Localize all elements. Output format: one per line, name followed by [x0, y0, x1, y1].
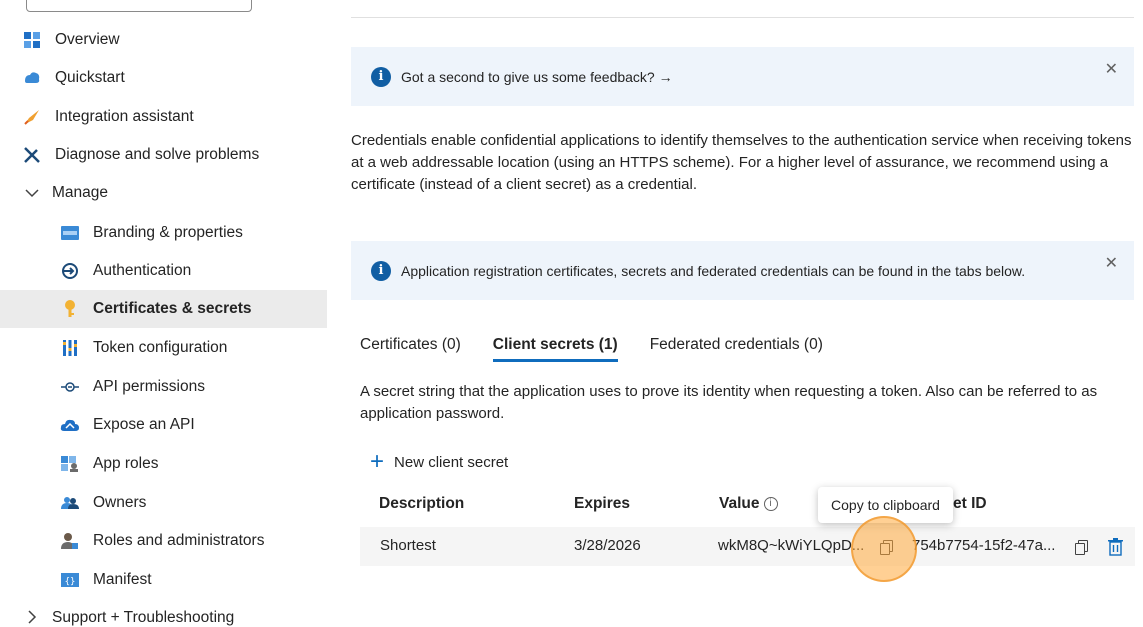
roles-icon — [60, 531, 80, 551]
sidebar-item-authentication[interactable]: Authentication — [0, 252, 327, 290]
sidebar-item-label: Authentication — [93, 262, 192, 279]
cloud-icon — [60, 415, 80, 435]
branding-icon — [60, 223, 80, 243]
sidebar-item-label: Roles and administrators — [93, 532, 265, 549]
sidebar-item-label: API permissions — [93, 378, 205, 395]
sidebar: Overview Quickstart Integration assistan… — [0, 0, 327, 627]
delete-icon[interactable] — [1108, 538, 1123, 556]
overview-icon — [22, 30, 42, 50]
chevron-right-icon — [22, 609, 42, 627]
sidebar-item-label: Certificates & secrets — [93, 300, 252, 317]
secret-id: 754b7754-15f2-47a... — [912, 537, 1056, 554]
quickstart-icon — [22, 68, 42, 88]
info-icon: i — [371, 260, 391, 281]
sidebar-item-label: Support + Troubleshooting — [52, 609, 235, 626]
sidebar-item-api-permissions[interactable]: API permissions — [0, 368, 327, 406]
sidebar-item-app-roles[interactable]: App roles — [0, 445, 327, 483]
feedback-text[interactable]: Got a second to give us some feedback? → — [401, 69, 673, 85]
new-client-secret-label: New client secret — [394, 453, 509, 471]
info-banner: i Application registration certificates,… — [351, 241, 1134, 300]
feedback-banner[interactable]: i Got a second to give us some feedback?… — [351, 47, 1134, 106]
search-input[interactable] — [26, 0, 252, 12]
sidebar-item-overview[interactable]: Overview — [0, 21, 327, 59]
sidebar-item-label: Integration assistant — [55, 108, 194, 125]
sidebar-item-label: App roles — [93, 455, 159, 472]
wrench-icon — [22, 145, 42, 165]
tab-client-secrets[interactable]: Client secrets (1) — [492, 336, 618, 362]
secret-value: wkM8Q~kWiYLQpD... — [718, 537, 865, 554]
secret-description: Shortest — [380, 537, 436, 554]
sidebar-item-label: Overview — [55, 31, 120, 48]
sidebar-item-diagnose[interactable]: Diagnose and solve problems — [0, 136, 327, 174]
sidebar-item-label: Expose an API — [93, 416, 195, 433]
sidebar-item-certificates-secrets[interactable]: Certificates & secrets — [0, 290, 327, 328]
sidebar-item-label: Quickstart — [55, 69, 125, 86]
owners-icon — [60, 493, 80, 513]
info-banner-text: Application registration certificates, s… — [401, 262, 1026, 279]
sidebar-item-label: Token configuration — [93, 339, 228, 356]
svg-text:{}: {} — [65, 577, 76, 587]
plus-icon: + — [370, 448, 385, 475]
header-divider — [351, 17, 1134, 18]
close-icon[interactable]: ✕ — [1105, 253, 1118, 273]
sidebar-item-label: Manifest — [93, 571, 152, 588]
column-header-value: Value i — [719, 495, 778, 513]
column-header-value-label: Value — [719, 495, 760, 512]
sidebar-item-token-configuration[interactable]: Token configuration — [0, 329, 327, 367]
column-header-secret-id: et ID — [953, 495, 987, 512]
token-icon — [60, 338, 80, 358]
sidebar-group-support[interactable]: Support + Troubleshooting — [0, 599, 327, 627]
sidebar-item-label: Diagnose and solve problems — [55, 146, 260, 163]
sidebar-item-manifest[interactable]: {} Manifest — [0, 561, 327, 599]
tab-certificates[interactable]: Certificates (0) — [360, 336, 461, 362]
sidebar-item-label: Branding & properties — [93, 224, 243, 241]
manifest-icon: {} — [60, 570, 80, 590]
key-icon — [60, 299, 80, 319]
secrets-description: A secret string that the application use… — [360, 383, 1098, 422]
column-header-description: Description — [379, 495, 465, 512]
sidebar-item-branding[interactable]: Branding & properties — [0, 214, 327, 252]
sidebar-item-integration-assistant[interactable]: Integration assistant — [0, 98, 327, 136]
sidebar-item-label: Manage — [52, 184, 109, 201]
api-permissions-icon — [60, 377, 80, 397]
new-client-secret-button[interactable]: + New client secret — [370, 448, 509, 475]
sidebar-item-roles-administrators[interactable]: Roles and administrators — [0, 522, 327, 560]
sidebar-group-manage[interactable]: Manage — [0, 174, 327, 212]
column-header-expires: Expires — [574, 495, 631, 512]
sidebar-item-label: Owners — [93, 494, 147, 511]
sidebar-item-quickstart[interactable]: Quickstart — [0, 59, 327, 97]
credentials-intro: Credentials enable confidential applicat… — [351, 132, 1132, 193]
secret-expires: 3/28/2026 — [574, 537, 641, 554]
app-roles-icon — [60, 454, 80, 474]
chevron-down-icon — [22, 185, 42, 201]
credential-tabs: Certificates (0) Client secrets (1) Fede… — [360, 336, 855, 362]
sidebar-item-expose-api[interactable]: Expose an API — [0, 406, 327, 444]
close-icon[interactable]: ✕ — [1105, 59, 1118, 79]
tab-federated-credentials[interactable]: Federated credentials (0) — [650, 336, 823, 362]
cursor-highlight — [851, 516, 917, 582]
rocket-icon — [22, 107, 42, 127]
info-icon[interactable]: i — [763, 496, 778, 511]
info-icon: i — [371, 66, 391, 87]
copy-secret-id-icon[interactable] — [1075, 540, 1088, 555]
authentication-icon — [60, 261, 80, 281]
sidebar-item-owners[interactable]: Owners — [0, 484, 327, 522]
